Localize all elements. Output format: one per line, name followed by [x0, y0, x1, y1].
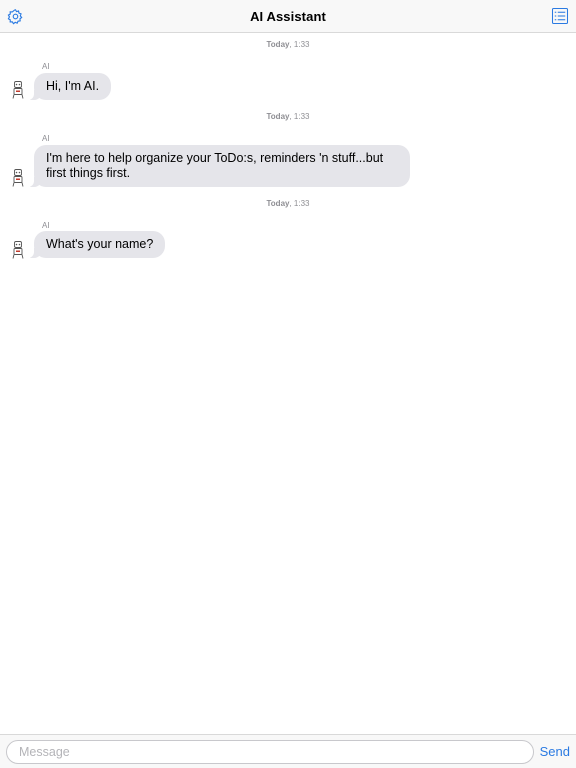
page-title: AI Assistant — [250, 9, 326, 24]
timestamp-day: Today — [266, 199, 290, 208]
message-timestamp: Today, 1:33 — [0, 112, 576, 121]
timestamp-time: , 1:33 — [289, 199, 310, 208]
message-bubble: I'm here to help organize your ToDo:s, r… — [26, 145, 410, 187]
sender-name: AI — [42, 134, 50, 143]
timestamp-time: , 1:33 — [289, 112, 310, 121]
message-composer: Send — [0, 734, 576, 768]
message-timestamp: Today, 1:33 — [0, 199, 576, 208]
message-bubble: What's your name? — [25, 231, 166, 258]
timestamp-day: Today — [266, 40, 290, 49]
timestamp-time: , 1:33 — [289, 40, 310, 49]
timestamp-day: Today — [266, 112, 290, 121]
navigation-bar: AI Assistant — [0, 0, 576, 33]
message-input[interactable] — [6, 740, 534, 764]
sender-name: AI — [42, 62, 50, 71]
robot-avatar-icon — [12, 81, 24, 99]
sender-name: AI — [42, 221, 50, 230]
robot-avatar-icon — [12, 241, 24, 259]
robot-avatar-icon — [12, 169, 24, 187]
list-icon — [551, 7, 569, 25]
message-text: What's your name? — [46, 237, 154, 251]
message-timestamp: Today, 1:33 — [0, 40, 576, 49]
send-button[interactable]: Send — [540, 744, 570, 759]
list-button[interactable] — [550, 6, 570, 26]
message-bubble: Hi, I'm AI. — [25, 73, 112, 100]
message-text: I'm here to help organize your ToDo:s, r… — [46, 151, 384, 180]
message-text: Hi, I'm AI. — [46, 79, 100, 93]
